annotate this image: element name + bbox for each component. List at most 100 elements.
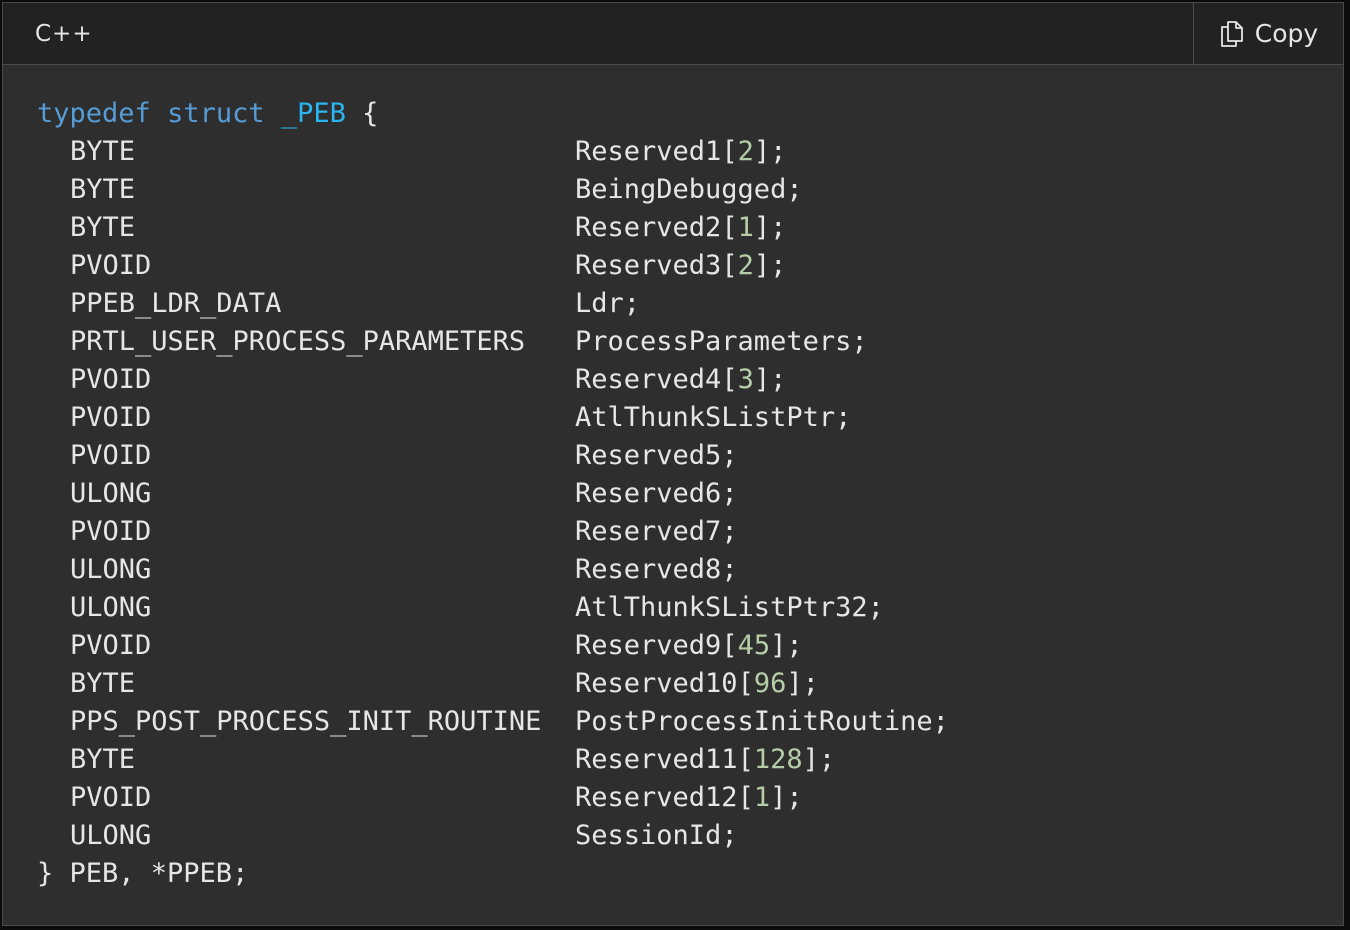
open-bracket: [ (721, 250, 738, 281)
member-type: PVOID (70, 516, 152, 547)
member-name: Reserved7 (575, 516, 722, 547)
array-size: 45 (737, 630, 771, 661)
struct-name: _PEB (280, 98, 346, 129)
member-name: Reserved9 (575, 630, 722, 661)
member-list: BYTE Reserved1[2]; BYTE BeingDebugged; BYTE R… (37, 133, 1343, 855)
member-type: ULONG (70, 592, 152, 623)
close-bracket: ] (770, 782, 787, 813)
code-line-member: BYTE Reserved1[2]; (37, 133, 1343, 171)
member-name: Reserved3 (575, 250, 722, 281)
keyword-typedef: typedef (37, 98, 151, 129)
semicolon: ; (770, 136, 787, 167)
member-type: BYTE (70, 212, 136, 243)
close-bracket: ] (753, 212, 771, 243)
close-bracket: ] (753, 364, 771, 395)
copy-label: Copy (1254, 19, 1319, 48)
array-size: 1 (753, 782, 771, 813)
open-bracket: [ (721, 136, 738, 167)
member-name: Reserved12 (575, 782, 738, 813)
close-bracket: ] (802, 744, 819, 775)
close-bracket: ] (786, 668, 803, 699)
semicolon: ; (721, 554, 738, 585)
member-name: Reserved10 (575, 668, 738, 699)
code-line-close: } PEB, *PPEB; (37, 858, 249, 889)
member-type: PPEB_LDR_DATA (70, 288, 282, 319)
member-name: AtlThunkSListPtr (575, 402, 836, 433)
semicolon: ; (867, 592, 884, 623)
code-line-member: ULONG Reserved8; (37, 551, 1343, 589)
language-label: C++ (35, 20, 93, 47)
member-name: Reserved1 (575, 136, 722, 167)
semicolon: ; (721, 478, 738, 509)
member-name: Reserved6 (575, 478, 722, 509)
member-type: ULONG (70, 554, 152, 585)
member-name: Reserved11 (575, 744, 738, 775)
member-name: Reserved2 (575, 212, 722, 243)
semicolon: ; (802, 668, 819, 699)
code-content: typedef struct _PEB {BYTE Reserved1[2]; BY… (3, 65, 1343, 893)
semicolon: ; (623, 288, 641, 319)
code-line-member: ULONG SessionId; (37, 817, 1343, 855)
semicolon: ; (721, 440, 738, 471)
array-size: 96 (753, 668, 787, 699)
member-type: BYTE (70, 136, 136, 167)
copy-icon (1220, 20, 1243, 47)
code-line-member: PPS_POST_PROCESS_INIT_ROUTINE PostProcess… (37, 703, 1343, 741)
code-line-member: ULONG Reserved6; (37, 475, 1343, 513)
copy-button[interactable]: Copy (1193, 3, 1343, 64)
semicolon: ; (786, 630, 803, 661)
open-bracket: [ (737, 668, 754, 699)
open-bracket: [ (737, 782, 754, 813)
semicolon: ; (786, 782, 803, 813)
open-bracket: [ (737, 744, 754, 775)
semicolon: ; (851, 326, 868, 357)
code-line-member: BYTE Reserved2[1]; (37, 209, 1343, 247)
code-line-member: PRTL_USER_PROCESS_PARAMETERS ProcessParam… (37, 323, 1343, 361)
member-type: PPS_POST_PROCESS_INIT_ROUTINE (70, 706, 542, 737)
member-name: Reserved4 (575, 364, 722, 395)
array-size: 2 (737, 136, 754, 167)
code-line-member: PVOID Reserved4[3]; (37, 361, 1343, 399)
semicolon: ; (835, 402, 852, 433)
member-name: Reserved8 (575, 554, 722, 585)
code-line-member: PVOID Reserved12[1]; (37, 779, 1343, 817)
member-name: AtlThunkSListPtr32 (575, 592, 868, 623)
code-line-member: PVOID Reserved3[2]; (37, 247, 1343, 285)
member-type: BYTE (70, 174, 136, 205)
member-type: PVOID (70, 364, 152, 395)
semicolon: ; (721, 516, 738, 547)
member-type: PVOID (70, 440, 152, 471)
array-size: 3 (737, 364, 754, 395)
array-size: 128 (753, 744, 803, 775)
code-line-member: PVOID Reserved9[45]; (37, 627, 1343, 665)
member-type: PVOID (70, 782, 152, 813)
member-type: BYTE (70, 744, 136, 775)
member-name: PostProcessInitRoutine (575, 706, 933, 737)
keyword-struct: struct (167, 98, 265, 129)
semicolon: ; (770, 250, 787, 281)
semicolon: ; (932, 706, 949, 737)
close-bracket: ] (753, 250, 771, 281)
close-bracket: ] (753, 136, 771, 167)
code-line-member: BYTE Reserved10[96]; (37, 665, 1343, 703)
semicolon: ; (818, 744, 836, 775)
member-type: PRTL_USER_PROCESS_PARAMETERS (70, 326, 526, 357)
code-block: C++ Copy typedef struct _PEB {BYTE Reserv… (2, 2, 1344, 926)
member-name: SessionId (575, 820, 722, 851)
member-type: PVOID (70, 402, 152, 433)
open-brace: { (362, 98, 379, 129)
array-size: 1 (737, 212, 754, 243)
code-line-member: PPEB_LDR_DATA Ldr; (37, 285, 1343, 323)
open-bracket: [ (721, 630, 738, 661)
open-bracket: [ (721, 364, 738, 395)
code-line-member: PVOID Reserved5; (37, 437, 1343, 475)
member-name: Ldr (575, 288, 624, 319)
member-type: ULONG (70, 478, 152, 509)
member-type: PVOID (70, 630, 152, 661)
code-line-open: typedef struct _PEB { (37, 95, 1343, 133)
code-line-member: BYTE Reserved11[128]; (37, 741, 1343, 779)
semicolon: ; (770, 364, 787, 395)
semicolon: ; (721, 820, 738, 851)
semicolon: ; (786, 174, 803, 205)
code-line-member: PVOID AtlThunkSListPtr; (37, 399, 1343, 437)
